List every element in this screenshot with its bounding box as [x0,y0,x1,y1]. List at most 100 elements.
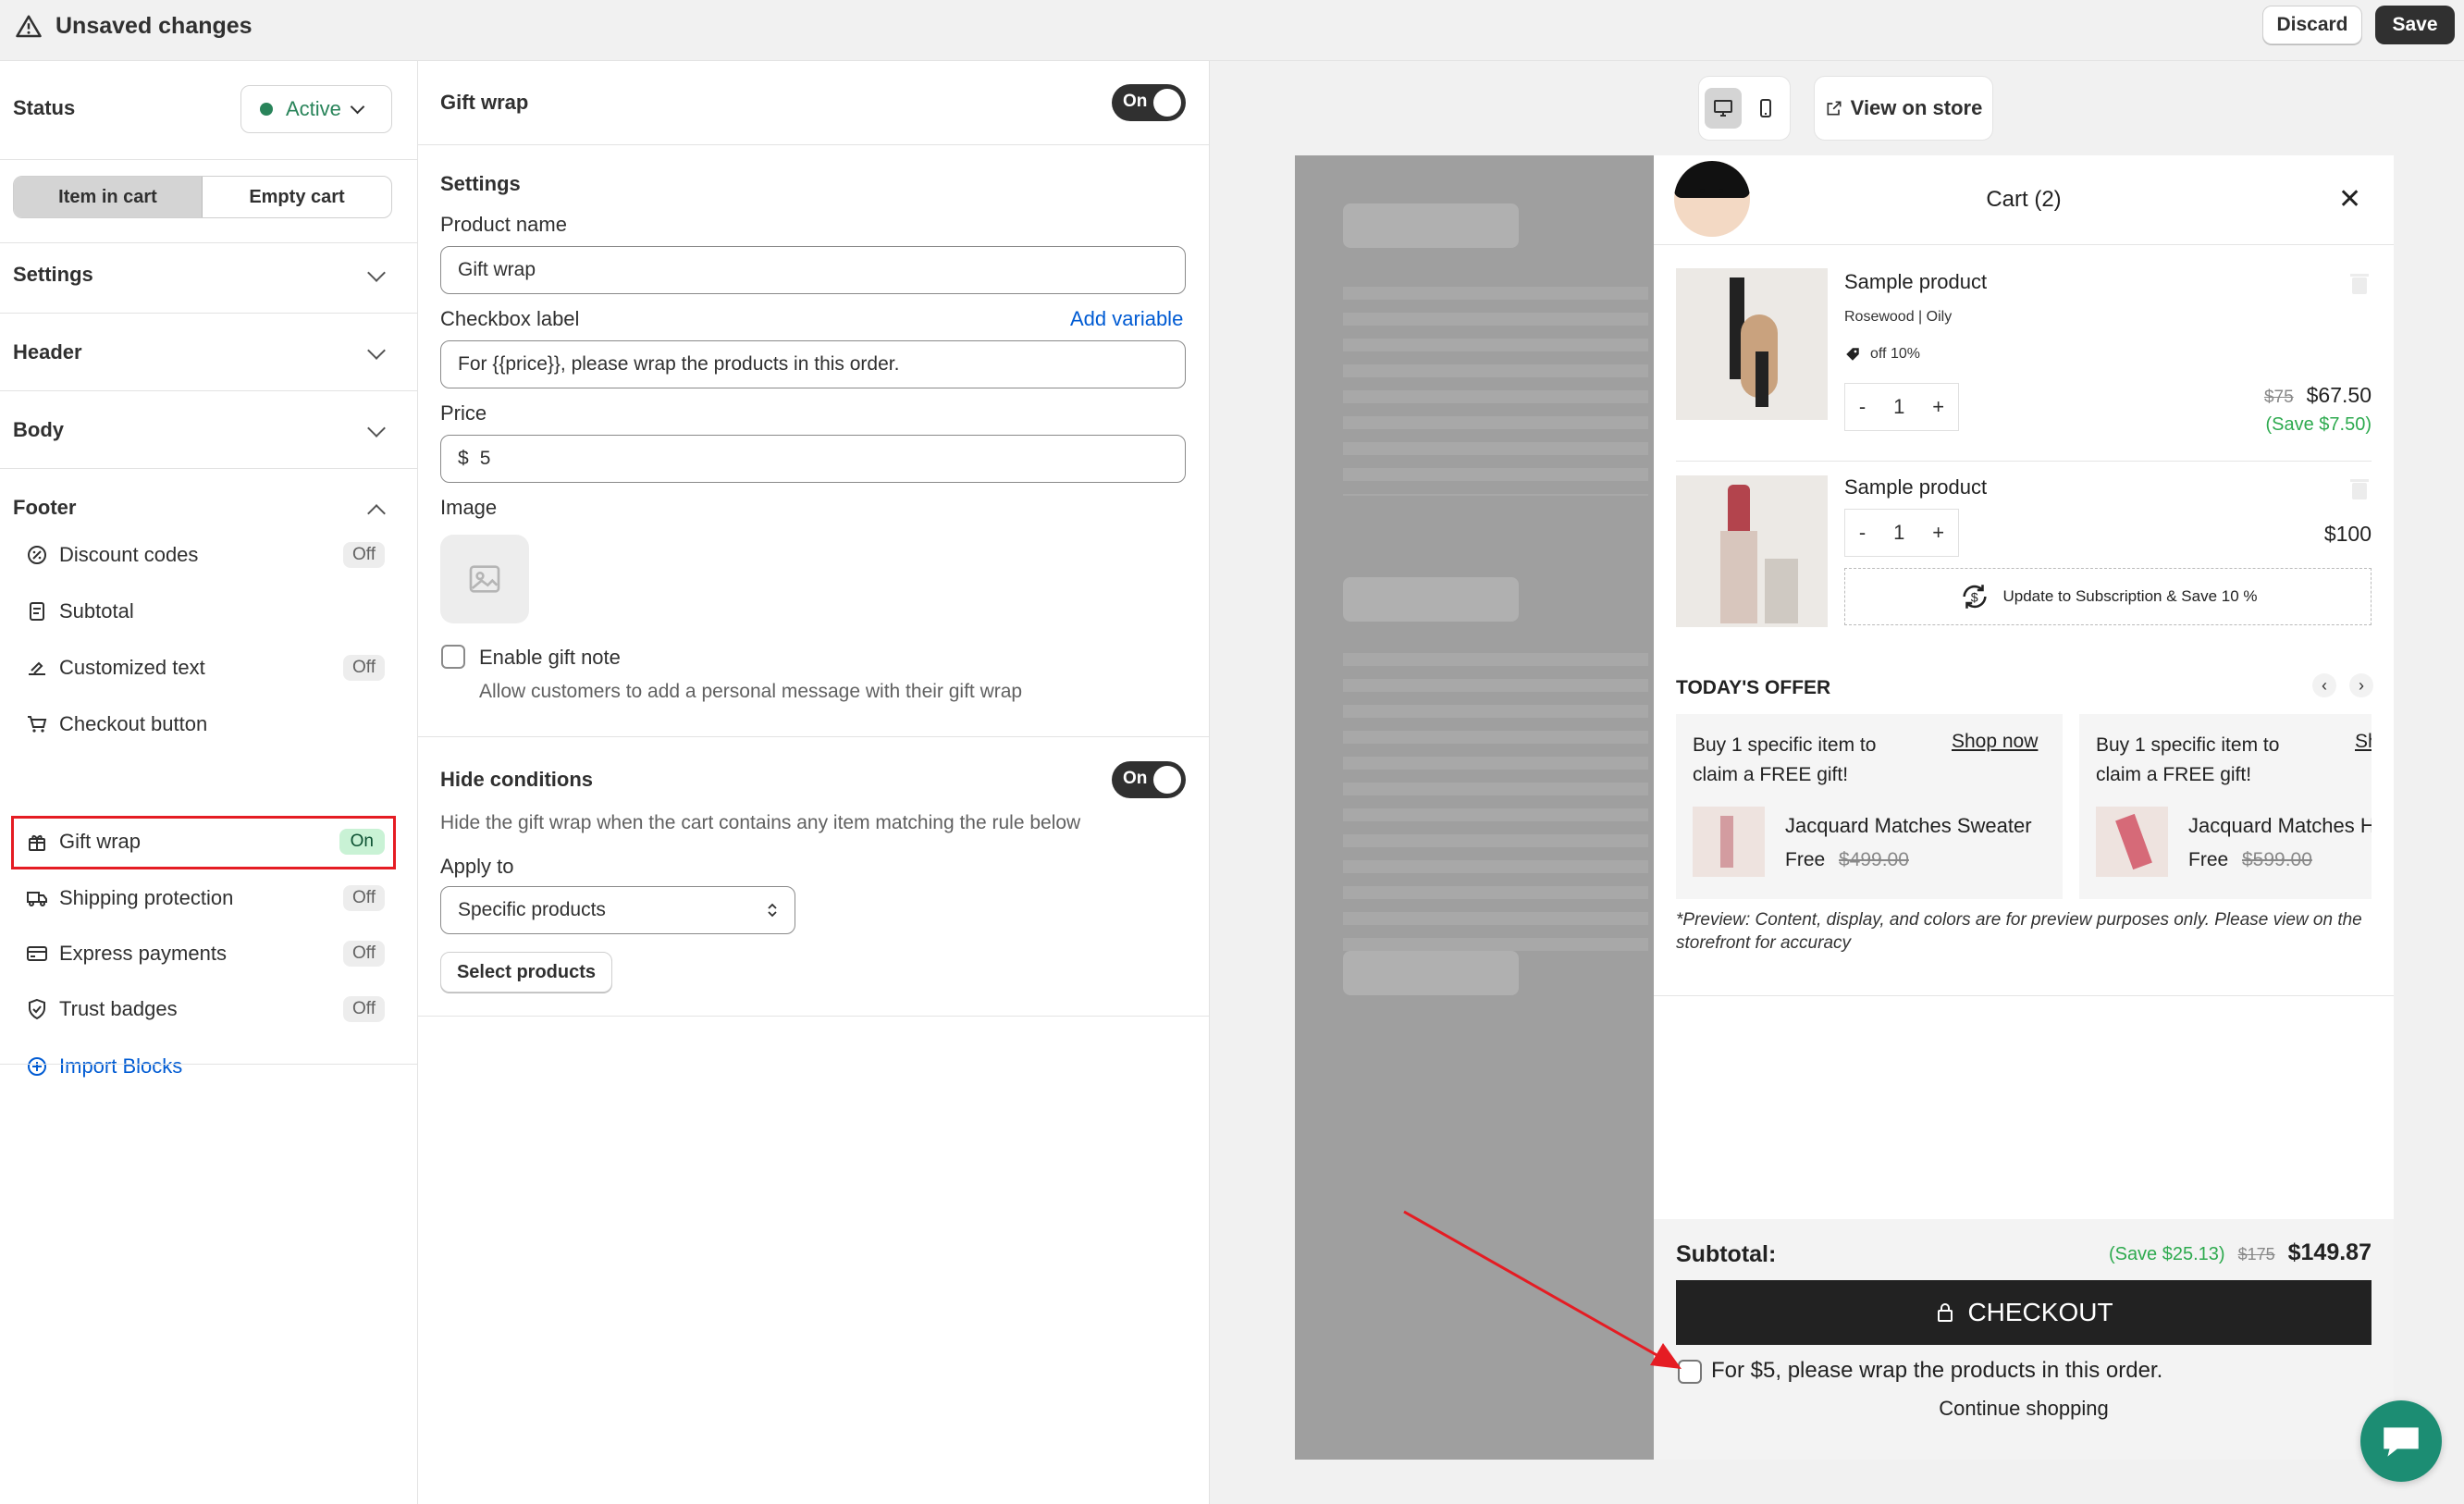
discount-label: off 10% [1870,346,1920,362]
red-arrow-annotation [1403,1210,1682,1369]
status-select[interactable]: Active [240,85,392,133]
text-icon [24,655,50,681]
product-savings: (Save $7.50) [2265,414,2372,435]
hide-conditions-title: Hide conditions [440,768,593,791]
cart-title: Cart (2) [1986,187,2062,212]
section-header[interactable]: Header [13,340,82,364]
offer-prev-button[interactable]: ‹ [2312,673,2336,697]
shop-now-link[interactable]: Sh [2355,731,2372,753]
trash-icon[interactable] [2349,477,2370,501]
footer-item-subtotal[interactable]: Subtotal [24,593,385,630]
product-name-label: Product name [440,213,567,236]
card-icon [24,941,50,967]
tab-item-in-cart[interactable]: Item in cart [14,177,203,217]
subscription-upgrade-button[interactable]: $ Update to Subscription & Save 10 % [1844,568,2372,625]
increase-button[interactable]: + [1932,521,1944,545]
discount-tag: off 10% [1844,346,1920,363]
shop-now-link[interactable]: Shop now [1952,731,2038,753]
toggle-label: On [1123,769,1148,788]
quantity-value: 1 [1893,521,1905,544]
chevron-down-icon[interactable] [367,264,386,282]
offer-text: Buy 1 specific item to claim a FREE gift… [1693,734,1877,785]
add-variable-link[interactable]: Add variable [1070,307,1183,331]
checkout-button[interactable]: CHECKOUT [1676,1280,2372,1345]
quantity-stepper[interactable]: - 1 + [1844,383,1959,431]
section-body[interactable]: Body [13,418,64,442]
subtotal-value: $149.87 [2287,1239,2372,1265]
increase-button[interactable]: + [1932,395,1944,419]
settings-heading: Settings [440,172,521,195]
subtotal-original: $175 [2237,1245,2275,1264]
offer-next-button[interactable]: › [2349,673,2373,697]
gift-wrap-toggle[interactable]: On [1112,84,1186,121]
placeholder-block [1343,203,1519,248]
footer-item-label: Trust badges [59,997,178,1020]
price-input[interactable]: $ 5 [440,435,1186,483]
footer-item-trust-badges[interactable]: Trust badges Off [24,991,385,1028]
subscription-label: Update to Subscription & Save 10 % [2002,587,2258,605]
offer-text: Buy 1 specific item to claim a FREE gift… [2096,734,2280,785]
offer-card: Buy 1 specific item to claim a FREE gift… [1676,714,2063,899]
apply-to-label: Apply to [440,855,514,878]
footer-item-gift-wrap[interactable]: Gift wrap On [24,823,385,860]
top-bar: Unsaved changes Discard Save [0,0,2464,61]
trash-icon[interactable] [2349,272,2370,296]
save-button[interactable]: Save [2375,6,2455,44]
todays-offer-title: TODAY'S OFFER [1676,677,1831,698]
chevron-down-icon[interactable] [367,341,386,360]
mobile-icon [1760,99,1771,117]
close-icon[interactable]: ✕ [2338,186,2361,214]
gift-wrap-title: Gift wrap [440,91,529,114]
view-on-store-button[interactable]: View on store [1814,76,1993,141]
chevron-down-icon[interactable] [367,419,386,438]
footer-item-label: Customized text [59,656,205,679]
footer-item-checkout-button[interactable]: Checkout button [24,706,385,743]
footer-item-customized-text[interactable]: Customized text Off [24,649,385,686]
section-footer[interactable]: Footer [13,496,76,520]
checkbox-label-input[interactable]: For {{price}}, please wrap the products … [440,340,1186,388]
footer-item-label: Subtotal [59,599,134,623]
original-price: $75 [2263,388,2294,407]
product-image [1676,475,1828,627]
product-name-input[interactable]: Gift wrap [440,246,1186,294]
section-settings[interactable]: Settings [13,263,93,287]
checkout-label: CHECKOUT [1967,1298,2113,1326]
toggle-knob [1153,89,1181,117]
tag-icon [1846,348,1859,361]
tab-empty-cart[interactable]: Empty cart [203,177,391,217]
chat-button[interactable] [2360,1400,2442,1482]
quantity-value: 1 [1893,395,1905,418]
gift-note-checkbox[interactable] [441,645,465,669]
status-badge: Off [343,941,385,967]
offer-free-label: Free [1785,849,1826,870]
decrease-button[interactable]: - [1859,521,1866,545]
status-badge: On [339,829,385,855]
placeholder-block [1343,951,1519,995]
import-blocks-link[interactable]: Import Blocks [24,1048,182,1085]
footer-item-label: Discount codes [59,543,199,566]
left-sidebar: Status Active Item in cart Empty cart Se… [0,61,418,1504]
placeholder-block [1343,577,1519,622]
cart-icon [24,711,50,737]
receipt-icon [24,598,50,624]
footer-item-discount-codes[interactable]: Discount codes Off [24,536,385,573]
footer-item-shipping-protection[interactable]: Shipping protection Off [24,880,385,917]
mobile-view-button[interactable] [1747,88,1784,129]
footer-item-express-payments[interactable]: Express payments Off [24,935,385,972]
footer-item-label: Shipping protection [59,886,234,909]
desktop-view-button[interactable] [1705,88,1742,129]
continue-shopping-link[interactable]: Continue shopping [1654,1397,2394,1421]
hide-conditions-toggle[interactable]: On [1112,761,1186,798]
status-badge: Off [343,542,385,568]
select-products-button[interactable]: Select products [440,952,612,992]
discard-button[interactable]: Discard [2262,6,2362,44]
chevron-up-icon[interactable] [367,504,386,523]
decrease-button[interactable]: - [1859,395,1866,419]
device-toggle [1698,76,1791,141]
apply-to-select[interactable]: Specific products [440,886,795,934]
truck-icon [24,885,50,911]
subtotal-price: (Save $25.13) $175 $149.87 [2109,1239,2372,1266]
shield-icon [24,996,50,1022]
image-upload[interactable] [440,535,529,623]
quantity-stepper[interactable]: - 1 + [1844,509,1959,557]
